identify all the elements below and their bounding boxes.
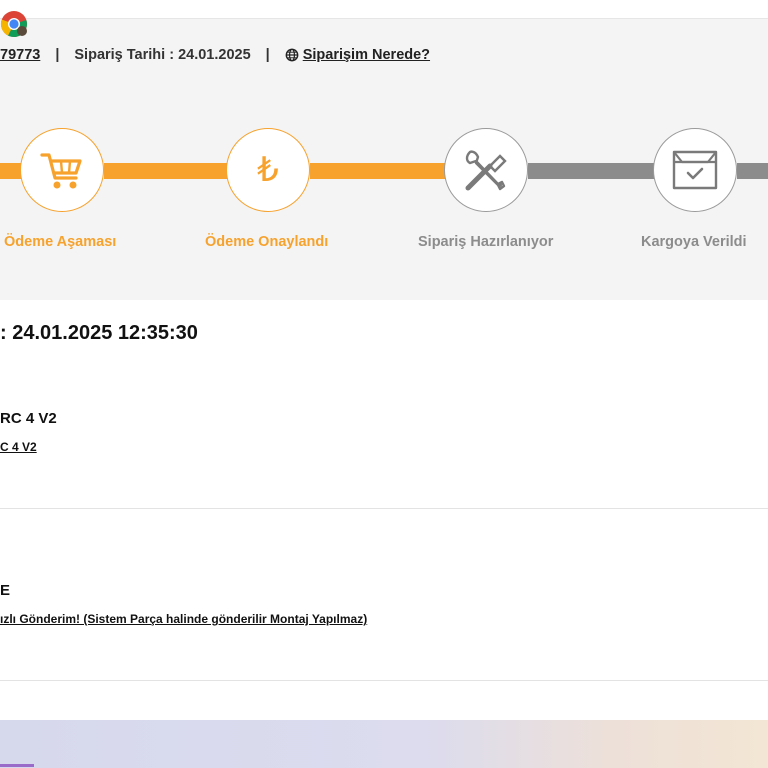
- item-divider: [0, 508, 768, 509]
- progress-bar-done: [310, 163, 446, 179]
- where-is-my-order-label: Siparişim Nerede?: [302, 47, 431, 63]
- step-label-shipped: Kargoya Verildi: [641, 234, 747, 250]
- taskbar-active-indicator: [0, 764, 34, 767]
- page-top-strip: [0, 0, 768, 19]
- meta-separator: |: [55, 47, 60, 63]
- box-icon: [672, 150, 718, 190]
- cart-icon: [40, 153, 82, 189]
- step-payment-stage: [20, 128, 104, 212]
- progress-bar-done: [104, 163, 228, 179]
- step-preparing: [444, 128, 528, 212]
- progress-bar-pending: [737, 163, 768, 179]
- step-label-preparing: Sipariş Hazırlanıyor: [418, 234, 554, 250]
- taskbar: [0, 720, 768, 768]
- item-title: RC 4 V2: [0, 410, 57, 427]
- step-label-payment-stage: Ödeme Aşaması: [4, 234, 117, 250]
- item-link[interactable]: C 4 V2: [0, 440, 37, 454]
- item-divider: [0, 680, 768, 681]
- item-title: E: [0, 582, 11, 599]
- delivery-date: : 24.01.2025 12:35:30: [0, 322, 198, 344]
- order-date: Sipariş Tarihi : 24.01.2025: [74, 47, 251, 63]
- chrome-icon[interactable]: [0, 10, 28, 38]
- tools-icon: [465, 150, 507, 191]
- where-is-my-order-link[interactable]: Siparişim Nerede?: [285, 47, 430, 63]
- order-meta-row: 79773 | Sipariş Tarihi : 24.01.2025 | Si…: [0, 45, 430, 65]
- step-shipped: [653, 128, 737, 212]
- progress-bar-pending: [528, 163, 655, 179]
- order-number-link[interactable]: 79773: [0, 47, 40, 63]
- meta-separator: |: [265, 47, 270, 63]
- progress-bar-done: [0, 163, 22, 179]
- step-payment-confirmed: ₺: [226, 128, 310, 212]
- item-link[interactable]: ızlı Gönderim! (Sistem Parça halinde gön…: [0, 612, 367, 626]
- lira-icon: ₺: [257, 150, 279, 190]
- globe-icon: [285, 48, 299, 62]
- step-label-payment-confirmed: Ödeme Onaylandı: [205, 234, 329, 250]
